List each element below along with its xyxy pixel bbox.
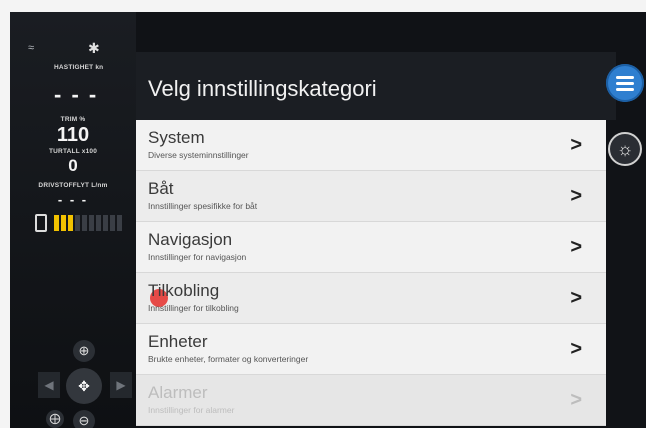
rpm-value: 0: [68, 156, 78, 175]
category-subtitle: Diverse systeminnstillinger: [148, 150, 249, 160]
chevron-right-icon: >: [570, 134, 582, 156]
pan-right-icon[interactable]: ▶: [110, 372, 132, 398]
rpm-label: TURTALL x100: [48, 148, 98, 155]
category-enheter[interactable]: Enheter Brukte enheter, formater og konv…: [136, 324, 606, 375]
category-title: Navigasjon: [148, 230, 233, 249]
category-alarmer[interactable]: Alarmer Innstillinger for alarmer >: [136, 375, 606, 426]
status-icons: ≈ ✱: [28, 40, 100, 56]
chevron-right-icon: >: [570, 236, 582, 258]
battery-segment: [54, 215, 59, 231]
category-system[interactable]: System Diverse systeminnstillinger >: [136, 120, 606, 171]
chevron-right-icon: >: [570, 389, 582, 411]
category-bat[interactable]: Båt Innstillinger spesifikke for båt >: [136, 171, 606, 222]
signal-icon: ≈: [28, 42, 35, 54]
battery-segment: [75, 215, 80, 231]
compass-icon[interactable]: ☼: [608, 132, 642, 166]
category-title: Alarmer: [148, 383, 208, 402]
battery-segment: [89, 215, 94, 231]
category-subtitle: Innstillinger for tilkobling: [148, 303, 239, 313]
settings-header: Velg innstillingskategori: [136, 52, 616, 120]
battery-segment: [103, 215, 108, 231]
battery-segment: [117, 215, 122, 231]
speed-value: - - -: [54, 82, 99, 107]
pan-left-icon[interactable]: ◀: [38, 372, 60, 398]
category-tilkobling[interactable]: Tilkobling Innstillinger for tilkobling …: [136, 273, 606, 324]
category-list: System Diverse systeminnstillinger > Båt…: [136, 120, 606, 426]
fuel-flow-value: - - -: [57, 192, 89, 207]
battery-level-bars: [54, 215, 122, 231]
settings-main: Velg innstillingskategori System Diverse…: [136, 12, 646, 428]
zoom-out-icon[interactable]: ⊖: [73, 410, 95, 428]
hamburger-icon[interactable]: [606, 64, 644, 102]
device-screen: ≈ ✱ HASTIGHET kn - - - TRIM % 110 TURTAL…: [10, 12, 646, 428]
pan-dpad-icon[interactable]: ✥: [66, 368, 102, 404]
bluetooth-icon: ✱: [88, 40, 100, 56]
trim-value: 110: [56, 124, 90, 146]
instrument-sidebar: ≈ ✱ HASTIGHET kn - - - TRIM % 110 TURTAL…: [10, 12, 136, 428]
chevron-right-icon: >: [570, 287, 582, 309]
battery-segment: [61, 215, 66, 231]
compass-small-icon[interactable]: ⨁: [46, 410, 64, 428]
battery-icon: [35, 214, 47, 232]
category-subtitle: Innstillinger for navigasjon: [148, 252, 247, 262]
page-title: Velg innstillingskategori: [148, 76, 377, 101]
map-controls: ⊕ ◀ ✥ ▶ ⊖ ⨁: [10, 332, 136, 428]
battery-segment: [110, 215, 115, 231]
category-title: Båt: [148, 179, 174, 198]
category-title: Tilkobling: [148, 281, 220, 300]
battery-segment: [68, 215, 73, 231]
category-subtitle: Brukte enheter, formater og konvertering…: [148, 354, 309, 364]
trim-label: TRIM %: [60, 116, 86, 123]
category-subtitle: Innstillinger spesifikke for båt: [148, 201, 258, 211]
battery-segment: [96, 215, 101, 231]
category-title: Enheter: [148, 332, 208, 351]
speed-label: HASTIGHET kn: [54, 64, 104, 71]
right-rail: [606, 120, 646, 428]
category-title: System: [148, 128, 205, 147]
battery-segment: [82, 215, 87, 231]
fuel-flow-label: DRIVSTOFFLYT L/nm: [38, 182, 108, 189]
category-navigasjon[interactable]: Navigasjon Innstillinger for navigasjon …: [136, 222, 606, 273]
chevron-right-icon: >: [570, 338, 582, 360]
chevron-right-icon: >: [570, 185, 582, 207]
zoom-in-icon[interactable]: ⊕: [73, 340, 95, 362]
category-subtitle: Innstillinger for alarmer: [148, 405, 235, 415]
